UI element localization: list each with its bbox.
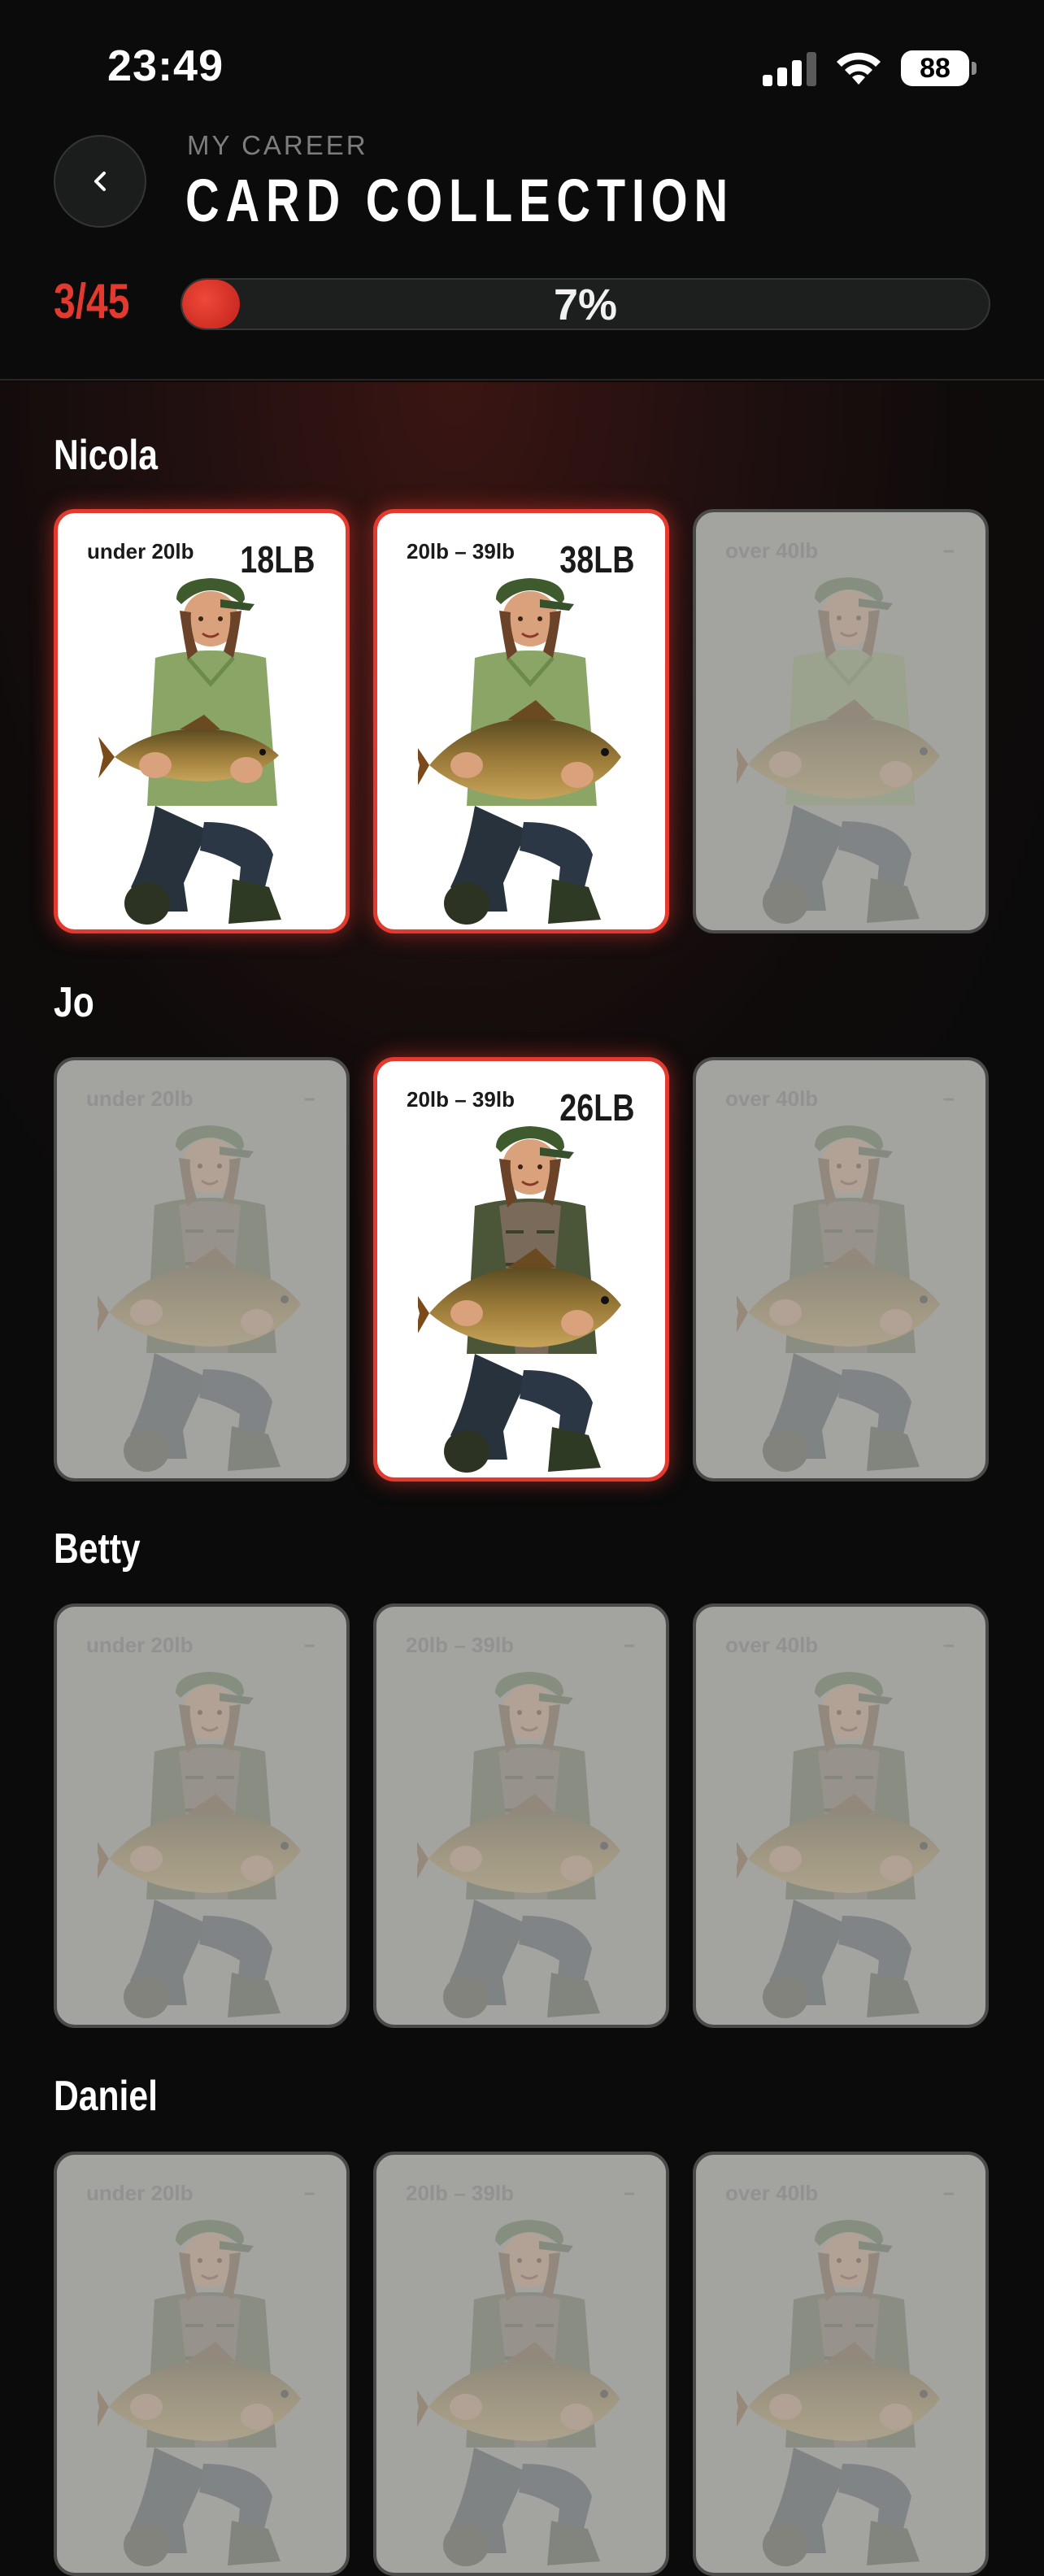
back-button[interactable]: [54, 135, 146, 228]
card-range: over 40lb: [725, 538, 819, 563]
collection-card[interactable]: under 20lb –: [54, 2152, 350, 2576]
collection-card[interactable]: 20lb – 39lb 26LB: [373, 1057, 669, 1482]
progress-count: 3/45: [54, 274, 130, 329]
angler-with-carp-image: [98, 562, 313, 929]
page-title: CARD COLLECTION: [185, 167, 734, 234]
chevron-left-icon: [94, 172, 106, 191]
card-weight: –: [304, 1085, 315, 1112]
collection-card[interactable]: 20lb – 39lb –: [373, 1603, 669, 2028]
section-title-daniel: Daniel: [54, 2073, 158, 2120]
section-title-nicola: Nicola: [54, 432, 158, 479]
header-divider: [0, 379, 1044, 381]
card-weight: –: [943, 537, 955, 564]
card-weight: –: [304, 1631, 315, 1658]
battery-nub: [972, 62, 977, 75]
angler-with-carp-image: [737, 1109, 951, 1477]
progress-bar: 7%: [181, 278, 990, 330]
collection-card[interactable]: over 40lb –: [693, 509, 989, 933]
section-title-jo: Jo: [54, 979, 94, 1026]
card-range: over 40lb: [725, 2181, 819, 2205]
card-weight: –: [943, 1085, 955, 1112]
card-range: over 40lb: [725, 1086, 819, 1111]
angler-with-carp-image: [737, 561, 951, 929]
angler-with-carp-image: [418, 1110, 633, 1477]
angler-with-carp-image: [418, 562, 633, 929]
cellular-signal-icon: [763, 52, 816, 86]
card-weight: –: [624, 1631, 635, 1658]
header-subtitle: MY CAREER: [187, 130, 368, 160]
collection-card[interactable]: 20lb – 39lb 38LB: [373, 509, 669, 933]
angler-with-carp-image: [737, 1656, 951, 2023]
card-range: 20lb – 39lb: [406, 1633, 514, 1657]
wifi-icon: [837, 52, 881, 85]
card-range: under 20lb: [86, 1086, 194, 1111]
collection-card[interactable]: under 20lb –: [54, 1603, 350, 2028]
collection-card[interactable]: over 40lb –: [693, 1603, 989, 2028]
card-range: over 40lb: [725, 1633, 819, 1657]
angler-with-carp-image: [98, 1109, 312, 1477]
progress-percent: 7%: [553, 281, 618, 329]
card-weight: –: [304, 2179, 315, 2206]
collection-card[interactable]: under 20lb –: [54, 1057, 350, 1482]
angler-with-carp-image: [98, 1656, 312, 2023]
card-range: 20lb – 39lb: [406, 2181, 514, 2205]
section-title-betty: Betty: [54, 1525, 141, 1573]
card-range: 20lb – 39lb: [407, 1087, 515, 1112]
card-range: under 20lb: [86, 1633, 194, 1657]
angler-with-carp-image: [417, 1656, 632, 2023]
collection-card[interactable]: over 40lb –: [693, 1057, 989, 1482]
status-time: 23:49: [107, 41, 224, 90]
collection-card[interactable]: over 40lb –: [693, 2152, 989, 2576]
card-range: under 20lb: [86, 2181, 194, 2205]
collection-card[interactable]: 20lb – 39lb –: [373, 2152, 669, 2576]
status-bar: 23:49 88: [0, 0, 1044, 130]
card-weight: –: [624, 2179, 635, 2206]
collection-card[interactable]: under 20lb 18LB: [54, 509, 350, 933]
card-weight: –: [943, 1631, 955, 1658]
card-weight: –: [943, 2179, 955, 2206]
battery-indicator: 88: [901, 50, 969, 86]
card-range: 20lb – 39lb: [407, 539, 515, 564]
card-range: under 20lb: [87, 539, 194, 564]
